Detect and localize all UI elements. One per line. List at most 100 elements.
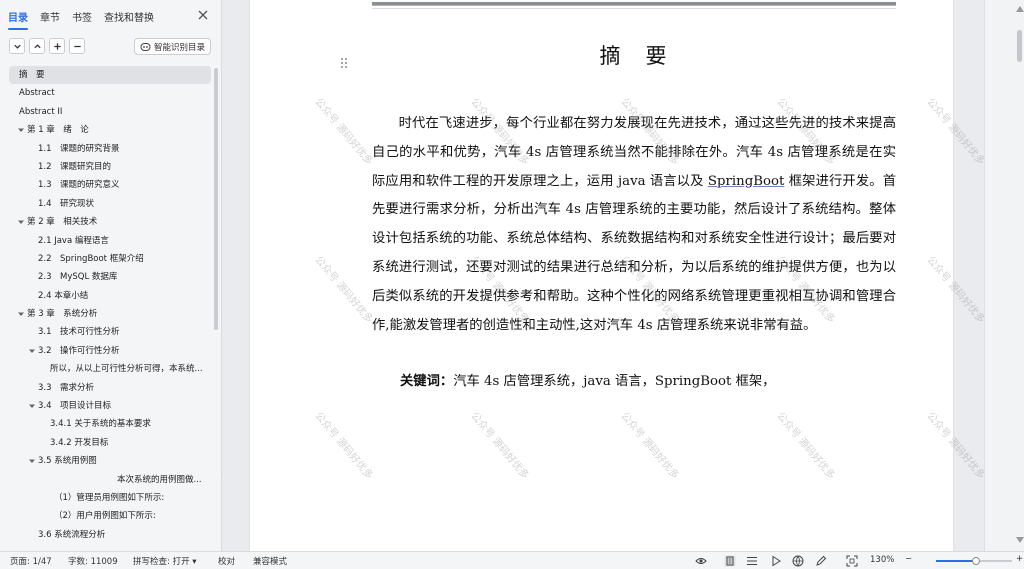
toc-item[interactable]: 摘 要	[9, 66, 211, 85]
toc-item-label: （1）管理员用例图如下所示:	[54, 492, 165, 503]
toc-item[interactable]: 3.2 操作可行性分析	[0, 342, 213, 360]
chevron-down-icon	[13, 44, 21, 49]
zoom-slider-fill	[936, 560, 976, 562]
scrollbar-thumb[interactable]	[1017, 30, 1022, 62]
header-rule	[372, 2, 896, 6]
zoom-slider[interactable]	[936, 557, 1012, 565]
toc-item[interactable]: 1.1 课题的研究背景	[0, 140, 213, 158]
zoom-slider-handle[interactable]	[971, 557, 980, 565]
toc-item-label: 3.2 操作可行性分析	[38, 345, 120, 356]
toc-item[interactable]: 3.4.1 关于系统的基本要求	[0, 415, 213, 433]
scroll-up-icon[interactable]	[1016, 6, 1024, 12]
toc-item-label: 1.2 课题研究目的	[38, 161, 112, 172]
caret-down-icon[interactable]	[28, 402, 36, 410]
caret-down-icon[interactable]	[17, 126, 25, 134]
plus-icon	[53, 42, 61, 50]
proofread-button[interactable]: 校对	[218, 555, 235, 567]
expand-level-button[interactable]	[29, 38, 45, 54]
add-heading-button[interactable]	[49, 38, 65, 54]
toc-item[interactable]: Abstract	[0, 84, 213, 102]
smart-toc-label: 智能识别目录	[153, 42, 205, 53]
toc-item[interactable]: 1.2 课题研究目的	[0, 158, 213, 176]
spellcheck-toggle[interactable]: 拼写检查: 打开 ▾	[133, 555, 197, 567]
tab-bookmarks[interactable]: 书签	[72, 5, 92, 28]
toc-item[interactable]: 第 2 章 相关技术	[0, 213, 213, 231]
toc-item-label: Abstract II	[19, 106, 63, 117]
outline-view-icon[interactable]	[746, 555, 758, 567]
header-rule-thin	[372, 8, 896, 9]
toc-list: 摘 要 Abstract Abstract II 第 1 章 绪 论 1.1 课题的研究…	[0, 66, 213, 544]
caret-down-icon[interactable]	[17, 218, 25, 226]
toc-item-label: 3.6 系统流程分析	[38, 529, 106, 540]
caret-down-icon[interactable]	[28, 347, 36, 355]
toc-item[interactable]: Abstract II	[0, 103, 213, 121]
zoom-out-button[interactable]: −	[905, 554, 912, 564]
toc-item[interactable]: 2.2 SpringBoot 框架介绍	[0, 250, 213, 268]
toc-item-label: 2.4 本章小结	[38, 290, 89, 301]
toc-item-label: 1.1 课题的研究背景	[38, 143, 120, 154]
toc-item-label: 摘 要	[19, 70, 45, 80]
pen-icon[interactable]	[815, 555, 827, 567]
toc-item[interactable]: 第 3 章 系统分析	[0, 305, 213, 323]
drag-handle-icon[interactable]	[340, 57, 348, 69]
toc-item-label: 3.3 需求分析	[38, 382, 95, 393]
tab-chapters[interactable]: 章节	[40, 5, 60, 28]
zoom-level[interactable]: 130%	[870, 555, 894, 565]
toc-item[interactable]: （2）用户用例图如下所示:	[0, 507, 213, 525]
play-icon[interactable]	[770, 555, 782, 567]
toc-item-label: 3.4.1 关于系统的基本要求	[50, 419, 151, 430]
toc-item[interactable]: 2.4 本章小结	[0, 287, 213, 305]
word-count[interactable]: 字数: 11009	[68, 555, 118, 567]
toc-item[interactable]: 2.1 Java 编程语言	[0, 232, 213, 250]
tab-find-replace[interactable]: 查找和替换	[104, 5, 154, 28]
toc-item[interactable]: 3.1 技术可行性分析	[0, 323, 213, 341]
eye-icon[interactable]	[695, 555, 707, 567]
toc-item-label: 第 2 章 相关技术	[27, 217, 98, 228]
fit-page-icon[interactable]	[846, 555, 858, 567]
toc-item-label: 3.4.2 开发目标	[50, 437, 109, 448]
toc-item[interactable]: 1.4 研究现状	[0, 195, 213, 213]
caret-down-icon[interactable]	[17, 310, 25, 318]
toc-item[interactable]: 3.3 需求分析	[0, 379, 213, 397]
chevron-up-icon	[33, 43, 41, 48]
toc-item[interactable]: 本次系统的用例图做...	[0, 471, 213, 489]
document-page[interactable]: 摘 要 时代在飞速进步，每个行业都在努力发展现在先进技术，通过这些先进的技术来提…	[250, 0, 953, 551]
sidebar-tabs: 目录 章节 书签 查找和替换	[0, 0, 221, 32]
keywords-line[interactable]: 关键词：汽车 4s 店管理系统，java 语言，SpringBoot 框架，	[400, 368, 896, 397]
vertical-scrollbar[interactable]	[984, 0, 1024, 551]
toc-item-label: 第 1 章 绪 论	[27, 125, 89, 136]
close-icon[interactable]	[197, 9, 209, 21]
globe-icon[interactable]	[792, 555, 804, 567]
toc-item[interactable]: 所以，从以上可行性分析可得，本系统...	[0, 360, 213, 378]
smart-toc-button[interactable]: 智能识别目录	[133, 38, 211, 55]
tab-toc[interactable]: 目录	[8, 5, 28, 30]
toc-item[interactable]: 第 1 章 绪 论	[0, 121, 213, 139]
collapse-level-button[interactable]	[9, 38, 25, 54]
keywords-label: 关键词：	[400, 374, 454, 389]
toc-item[interactable]: 2.3 MySQL 数据库	[0, 268, 213, 286]
keywords-text-1: 汽车 4s 店管理系统，java 语言，	[453, 374, 655, 389]
caret-down-icon[interactable]	[28, 457, 36, 465]
toc-item[interactable]: 3.4.2 开发目标	[0, 434, 213, 452]
toc-item[interactable]: 3.6 系统流程分析	[0, 526, 213, 544]
page-view-icon[interactable]	[724, 555, 736, 567]
sidebar-scrollbar[interactable]	[214, 68, 218, 330]
page-indicator[interactable]: 页面: 1/47	[10, 555, 52, 567]
toc-item-label: 2.3 MySQL 数据库	[38, 272, 118, 283]
abstract-paragraph[interactable]: 时代在飞速进步，每个行业都在努力发展现在先进技术，通过这些先进的技术来提高自己的…	[372, 110, 896, 340]
toc-item[interactable]: 1.3 课题的研究意义	[0, 176, 213, 194]
toc-item-label: Abstract	[19, 88, 55, 99]
toc-item-label: 2.1 Java 编程语言	[38, 235, 109, 246]
scroll-down-icon[interactable]	[1016, 537, 1024, 543]
compat-mode-label: 兼容模式	[253, 557, 288, 567]
toc-item-label: 3.5 系统用例图	[38, 456, 97, 467]
toc-item-label: 所以，从以上可行性分析可得，本系统...	[50, 364, 203, 375]
keywords-text-2: 框架，	[731, 374, 776, 389]
keywords-springboot: SpringBoot	[654, 374, 732, 389]
toc-item[interactable]: 3.4 项目设计目标	[0, 397, 213, 415]
toc-toolbar: 智能识别目录	[0, 32, 221, 60]
remove-heading-button[interactable]	[69, 38, 85, 54]
toc-item[interactable]: （1）管理员用例图如下所示:	[0, 489, 213, 507]
toc-item[interactable]: 3.5 系统用例图	[0, 452, 213, 470]
zoom-in-button[interactable]: +	[1016, 554, 1023, 564]
